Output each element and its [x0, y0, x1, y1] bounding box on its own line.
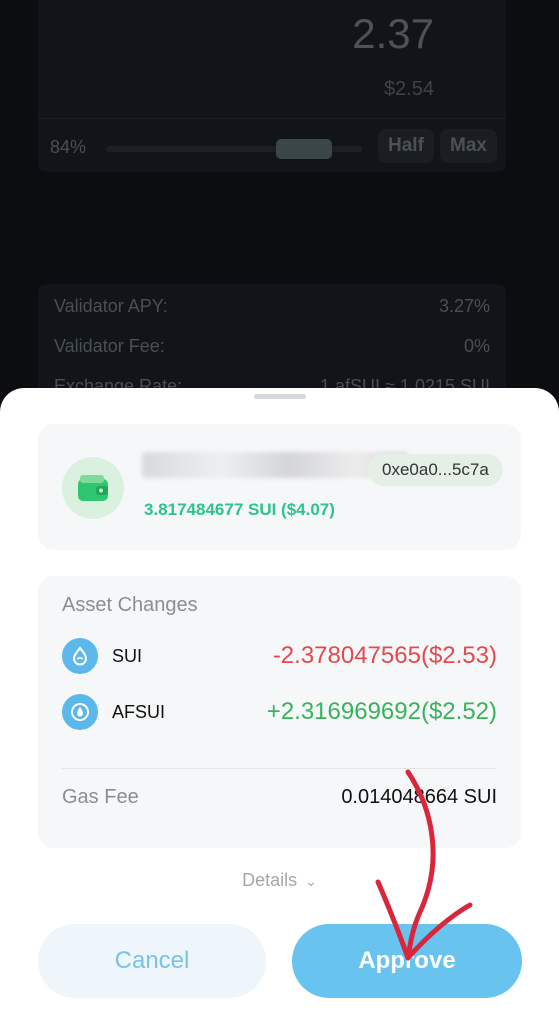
wallet-address[interactable]: 0xe0a0...5c7a: [368, 454, 503, 486]
transaction-approval-sheet: 0xe0a0...5c7a 3.817484677 SUI ($4.07) As…: [0, 388, 559, 1024]
max-button[interactable]: Max: [440, 129, 497, 163]
wallet-card: 0xe0a0...5c7a 3.817484677 SUI ($4.07): [38, 424, 521, 550]
asset-symbol: AFSUI: [112, 702, 166, 722]
asset-changes-title: Asset Changes: [62, 594, 198, 616]
asset-delta: -2.378047565($2.53): [272, 642, 497, 669]
stake-amount-usd: $2.54: [383, 78, 434, 100]
half-button[interactable]: Half: [378, 129, 434, 163]
gas-fee-value: 0.014048664 SUI: [341, 786, 497, 808]
divider: [62, 768, 497, 769]
asset-change-row: SUI -2.378047565($2.53): [62, 638, 497, 674]
afsui-coin-icon: [62, 694, 98, 730]
details-label: Details: [242, 870, 298, 890]
chevron-down-icon: ⌄: [305, 873, 317, 889]
validator-apy-label: Validator APY:: [54, 296, 168, 316]
validator-fee-label: Validator Fee:: [54, 336, 165, 356]
slider-thumb[interactable]: [276, 139, 332, 159]
amount-slider-row: 84% Half Max: [38, 118, 506, 171]
sheet-drag-handle[interactable]: [254, 394, 306, 399]
wallet-balance: 3.817484677 SUI ($4.07): [144, 500, 335, 519]
asset-delta: +2.316969692($2.52): [266, 698, 497, 725]
validator-apy-row: Validator APY: 3.27%: [54, 296, 490, 322]
validator-fee-row: Validator Fee: 0%: [54, 336, 490, 362]
validator-info-card: Validator APY: 3.27% Validator Fee: 0% E…: [38, 284, 506, 404]
validator-apy-value: 3.27%: [438, 296, 490, 316]
details-toggle[interactable]: Details ⌄: [0, 870, 559, 891]
slider-percent: 84%: [50, 137, 87, 157]
asset-symbol: SUI: [112, 646, 143, 666]
cancel-button[interactable]: Cancel: [38, 924, 266, 998]
asset-change-row: AFSUI +2.316969692($2.52): [62, 694, 497, 730]
sui-coin-icon: [62, 638, 98, 674]
validator-fee-value: 0%: [463, 336, 490, 356]
asset-changes-card: Asset Changes SUI -2.378047565($2.53) AF…: [38, 576, 521, 848]
approve-button[interactable]: Approve: [292, 924, 522, 998]
stake-amount[interactable]: 2.37: [352, 10, 434, 58]
gas-fee-label: Gas Fee: [62, 786, 139, 808]
wallet-icon: [62, 457, 124, 519]
